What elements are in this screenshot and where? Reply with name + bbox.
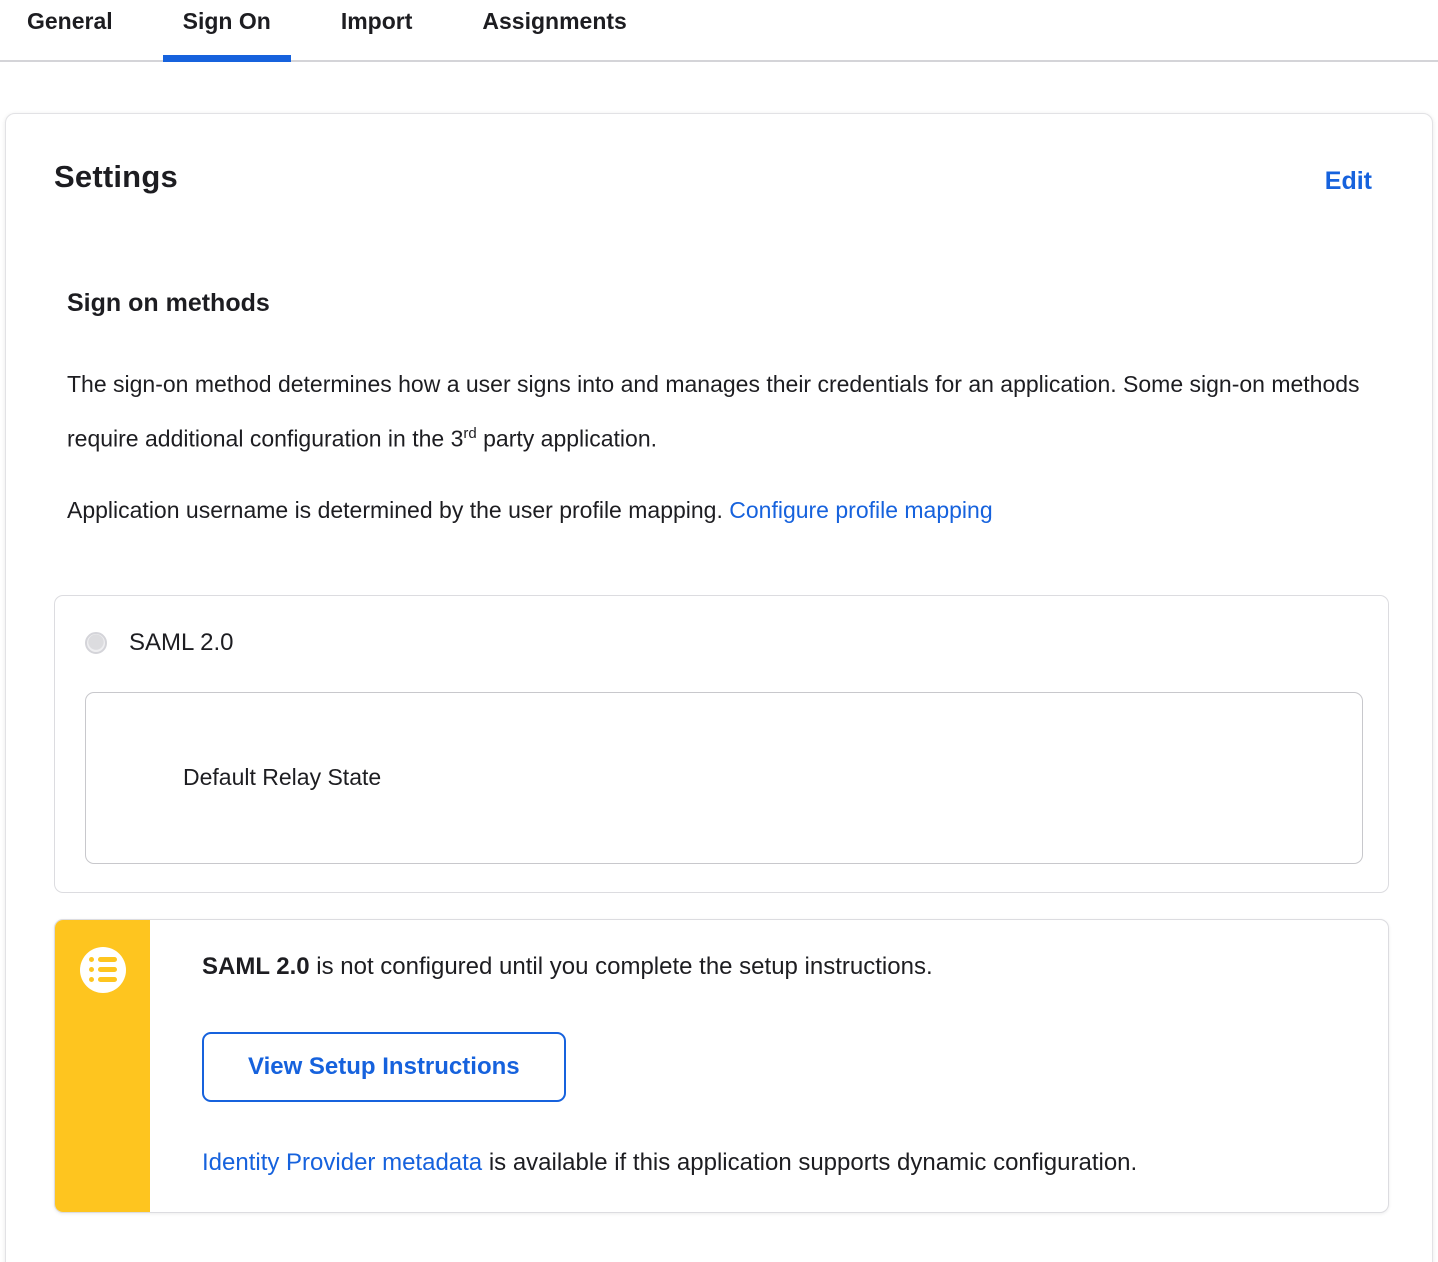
saml-radio-label: SAML 2.0	[129, 628, 234, 656]
tab-sign-on[interactable]: Sign On	[162, 0, 292, 62]
metadata-note-rest: is available if this application support…	[482, 1148, 1138, 1176]
callout-warning-strip	[55, 919, 150, 1212]
saml-option-box: SAML 2.0 Default Relay State	[54, 594, 1389, 893]
sign-on-method-description: The sign-on method determines how a user…	[67, 360, 1389, 464]
saml-radio-row: SAML 2.0	[85, 629, 1363, 657]
callout-message-bold: SAML 2.0	[202, 952, 310, 980]
default-relay-state-label: Default Relay State	[183, 764, 382, 791]
callout-message-rest: is not configured until you complete the…	[309, 952, 933, 980]
list-icon-row	[88, 967, 117, 973]
settings-card-header: Settings Edit	[54, 159, 1389, 196]
settings-title: Settings	[54, 159, 178, 194]
list-icon-row	[88, 957, 117, 963]
callout-body: SAML 2.0 is not configured until you com…	[150, 920, 1388, 1212]
setup-instructions-list-icon	[79, 946, 126, 993]
identity-provider-metadata-link[interactable]: Identity Provider metadata	[202, 1149, 482, 1176]
callout-message: SAML 2.0 is not configured until you com…	[202, 947, 1348, 987]
tab-general[interactable]: General	[7, 0, 133, 60]
settings-card: Settings Edit Sign on methods The sign-o…	[5, 113, 1433, 1262]
username-note-text: Application username is determined by th…	[67, 496, 730, 523]
application-username-note: Application username is determined by th…	[67, 486, 1389, 535]
app-tab-bar: General Sign On Import Assignments	[0, 0, 1438, 62]
identity-provider-metadata-note: Identity Provider metadata is available …	[202, 1144, 1348, 1182]
sign-on-methods-section: Sign on methods The sign-on method deter…	[54, 289, 1389, 535]
view-setup-instructions-button[interactable]: View Setup Instructions	[202, 1031, 566, 1102]
sign-on-methods-heading: Sign on methods	[67, 289, 270, 317]
description-text-part2: party application.	[476, 425, 658, 452]
tab-import[interactable]: Import	[321, 0, 433, 60]
configure-profile-mapping-link[interactable]: Configure profile mapping	[729, 497, 992, 523]
saml-radio-button[interactable]	[85, 631, 107, 654]
description-text-part1: The sign-on method determines how a user…	[67, 371, 1360, 452]
edit-settings-link[interactable]: Edit	[1325, 167, 1372, 196]
saml-not-configured-callout: SAML 2.0 is not configured until you com…	[54, 918, 1389, 1213]
tab-assignments[interactable]: Assignments	[462, 0, 646, 60]
default-relay-state-panel: Default Relay State	[85, 691, 1363, 864]
description-superscript: rd	[463, 425, 477, 442]
list-icon-row	[88, 977, 117, 983]
